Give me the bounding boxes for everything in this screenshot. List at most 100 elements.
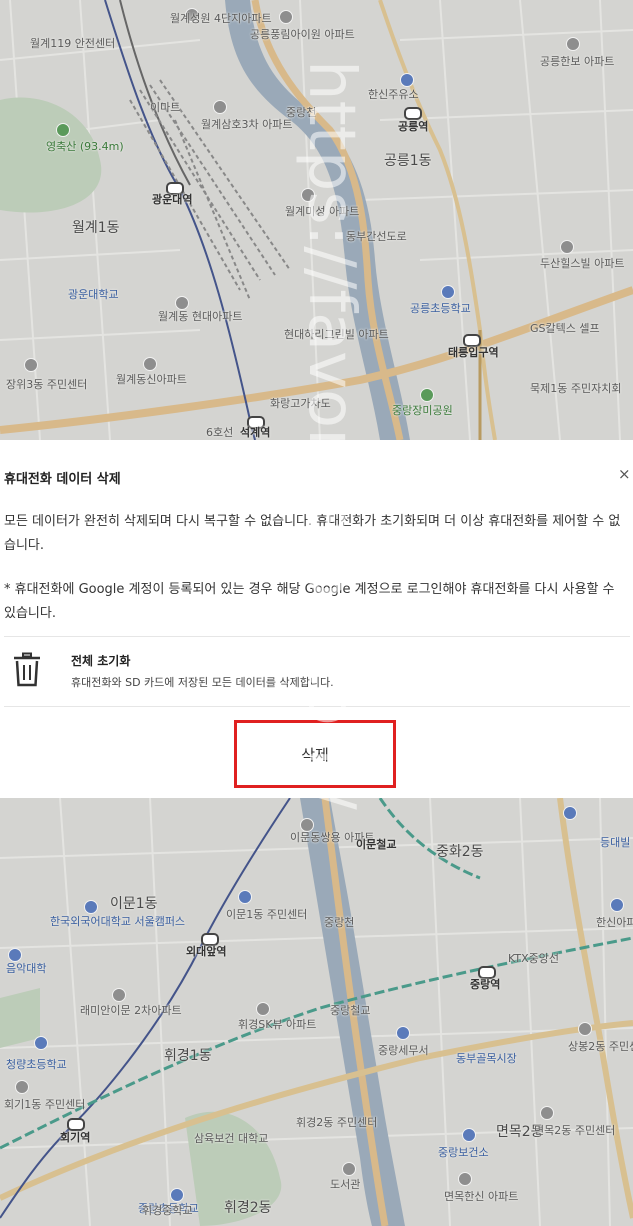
poi-marker[interactable] [540,1106,554,1120]
map-label: 중랑역 [470,978,501,991]
map-label: 중랑장미공원 [392,404,453,417]
map-label: 현대하리그린빌 아파트 [284,328,389,341]
map-label: 중랑천 [324,916,355,929]
google-account-note: * 휴대전화에 Google 계정이 등록되어 있는 경우 해당 Google … [4,582,615,621]
map-label: 휘경2동 주민센터 [296,1116,378,1129]
poi-marker[interactable] [24,358,38,372]
map-label: 월계동 현대아파트 [158,310,243,323]
poi-marker[interactable] [400,73,414,87]
map-label: 묵제1동 주민자치회 [530,382,622,395]
map-top[interactable]: 월계성원 4단지아파트 공릉풍림아이원 아파트 월계119 안전센터 이마트 영… [0,0,633,440]
poi-marker[interactable] [170,1188,184,1202]
poi-marker[interactable] [301,188,315,202]
divider [4,636,630,637]
map-label: 중랑보건소 [438,1146,489,1159]
map-label: 음악대학 [6,962,47,975]
poi-marker[interactable] [112,988,126,1002]
map-label: 석계역 [240,426,271,439]
poi-marker[interactable] [462,1128,476,1142]
poi-marker[interactable] [420,388,434,402]
poi-marker[interactable] [458,1172,472,1186]
delete-button[interactable]: 삭제 [234,720,396,788]
poi-marker[interactable] [256,1002,270,1016]
map-label: 상봉2동 주민센터 [568,1040,633,1053]
poi-marker[interactable] [441,285,455,299]
poi-marker[interactable] [34,1036,48,1050]
warning-text: 모든 데이터가 완전히 삭제되며 다시 복구할 수 없습니다. 휴대전화가 초기… [4,514,621,553]
poi-marker[interactable] [342,1162,356,1176]
map-label: 한국외국어대학교 서울캠퍼스 [50,915,186,928]
poi-marker[interactable] [56,123,70,137]
poi-marker[interactable] [566,37,580,51]
map-label: 휘경2동 [224,1200,272,1216]
map-label: 동부간선도로 [346,230,407,243]
map-label: 광운대역 [152,193,193,206]
map-label: 월계미성 아파트 [285,205,360,218]
poi-marker[interactable] [578,1022,592,1036]
map-label: 월계119 안전센터 [30,37,116,50]
trash-icon [14,652,40,687]
map-label: 청량초등학교 [6,1058,67,1071]
map-label: 장위3동 주민센터 [6,378,88,391]
map-label: 동부골목시장 [456,1052,517,1065]
poi-marker[interactable] [175,296,189,310]
map-label: 면목2동 주민센터 [534,1124,616,1137]
map-label: 공릉1동 [384,153,432,169]
station-marker[interactable] [67,1118,85,1131]
full-reset-option[interactable]: 전체 초기화 휴대전화와 SD 카드에 저장된 모든 데이터를 삭제합니다. [4,638,630,704]
poi-marker[interactable] [213,100,227,114]
map-label: 한신아파트 [596,916,633,929]
map-label: 월계1동 [72,220,120,236]
map-label: 광운대학교 [68,288,119,301]
map-label: 도서관 [330,1178,361,1191]
map-label: 이문1동 [110,896,158,912]
poi-marker[interactable] [396,1026,410,1040]
map-label: 중랑세무서 [378,1044,429,1057]
poi-marker[interactable] [563,806,577,820]
map-label: 이마트 [150,101,181,114]
map-label: 중화2동 [436,844,484,860]
map-label: 외대앞역 [186,945,227,958]
map-label: 태릉입구역 [448,346,499,359]
map-bottom[interactable]: 이문동쌍용 아파트 이문철교 중화2동 이문1동 한국외국어대학교 서울캠퍼스 … [0,798,633,1226]
poi-marker[interactable] [279,10,293,24]
option-description: 휴대전화와 SD 카드에 저장된 모든 데이터를 삭제합니다. [71,676,334,689]
map-label: 화랑고가차도 [270,397,331,410]
map-label: 휘경중학교 [142,1204,193,1217]
poi-marker[interactable] [560,240,574,254]
station-marker[interactable] [404,107,422,120]
map-label: 회기1동 주민센터 [4,1098,86,1111]
divider [4,706,630,707]
map-label: GS칼텍스 셀프 [530,322,600,335]
map-label: 월계동신아파트 [116,373,187,386]
erase-phone-dialog: 휴대전화 데이터 삭제 × 모든 데이터가 완전히 삭제되며 다시 복구할 수 … [0,440,633,798]
poi-marker[interactable] [84,900,98,914]
poi-marker[interactable] [8,948,22,962]
poi-marker[interactable] [238,890,252,904]
map-label: 6호선 [206,426,234,439]
poi-marker[interactable] [143,357,157,371]
map-label: 공릉풍림아이원 아파트 [250,28,355,41]
poi-marker[interactable] [15,1080,29,1094]
map-label: 래미안이문 2차아파트 [80,1004,182,1017]
dialog-title: 휴대전화 데이터 삭제 [4,472,121,487]
map-label: 휘경SK뷰 아파트 [238,1018,317,1031]
map-label: 삼육보건 대학교 [194,1132,269,1145]
map-label: 공릉초등학교 [410,302,471,315]
map-label: 휘경1동 [164,1048,212,1064]
map-label: 월계성원 4단지아파트 [170,12,272,25]
map-label: 이문철교 [356,838,397,851]
map-label: KTX중앙선 [508,952,559,965]
option-title: 전체 초기화 [71,654,131,668]
close-icon: × [618,465,631,483]
map-label: 영축산 (93.4m) [46,140,124,153]
map-label: 월계삼호3차 아파트 [201,118,293,131]
map-label: 등대빌 [600,836,631,849]
map-label: 중랑천 [286,106,317,119]
poi-marker[interactable] [610,898,624,912]
map-label: 회기역 [60,1131,91,1144]
poi-marker[interactable] [300,818,314,832]
map-label: 공릉역 [398,120,429,133]
close-button[interactable]: × [618,464,633,484]
map-label: 공릉한보 아파트 [540,55,615,68]
